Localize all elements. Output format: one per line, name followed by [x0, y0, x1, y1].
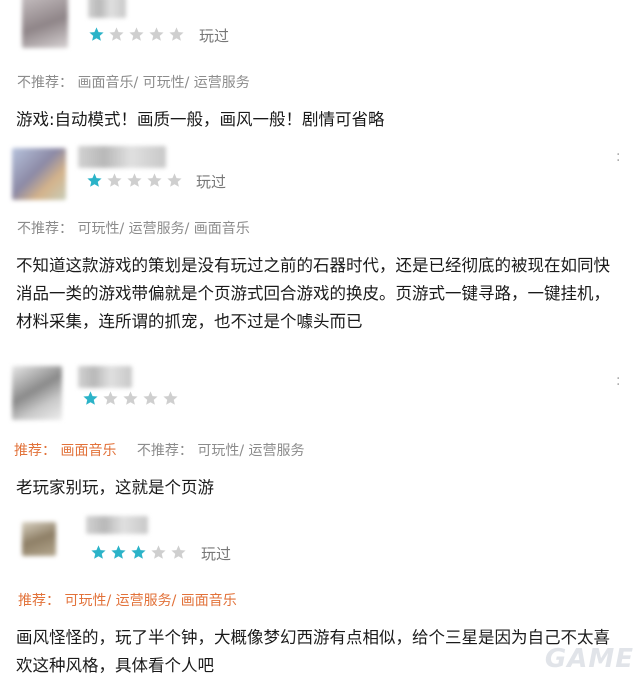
not-recommend-label: 不推荐：: [17, 221, 73, 237]
not-recommend-tags: 不推荐： 可玩性/ 运营服务: [137, 443, 305, 459]
tag: 运营服务/: [128, 221, 190, 237]
star-empty-icon: [123, 391, 138, 405]
recommend-tags: 推荐： 画面音乐: [14, 443, 121, 459]
review-tags: 推荐： 画面音乐 不推荐： 可玩性/ 运营服务: [14, 440, 305, 460]
tag: 可玩性/: [77, 221, 125, 237]
avatar[interactable]: [22, 522, 56, 556]
recommend-tags: 推荐： 可玩性/ 运营服务/ 画面音乐: [18, 593, 237, 609]
star-empty-icon: [109, 27, 124, 41]
rating-stars: [86, 172, 183, 189]
tag: 可玩性/: [197, 443, 245, 459]
star-filled-icon: [87, 173, 102, 187]
review-text: 游戏:自动模式！画质一般，画风一般！剧情可省略: [16, 110, 385, 129]
tag: 画面音乐: [180, 593, 237, 609]
tag: 画面音乐: [60, 443, 117, 459]
star-empty-icon: [147, 173, 162, 187]
star-filled-icon: [89, 27, 104, 41]
tag: 画面音乐/: [77, 75, 139, 91]
rating-stars: [88, 26, 185, 43]
tag: 运营服务/: [115, 593, 177, 609]
review-text: 不知道这款游戏的策划是没有玩过之前的石器时代，还是已经彻底的被现在如同快消品一类…: [16, 256, 610, 331]
tag: 画面音乐: [193, 221, 250, 237]
star-empty-icon: [167, 173, 182, 187]
review-tags: 不推荐： 画面音乐/ 可玩性/ 运营服务: [17, 72, 250, 92]
star-empty-icon: [149, 27, 164, 41]
avatar[interactable]: [12, 148, 66, 200]
played-status: 玩过: [199, 27, 230, 45]
star-filled-icon: [131, 545, 146, 559]
tag: 可玩性/: [142, 75, 190, 91]
username[interactable]: [78, 366, 132, 388]
star-empty-icon: [151, 545, 166, 559]
not-recommend-label: 不推荐：: [136, 443, 193, 459]
star-empty-icon: [103, 391, 118, 405]
star-empty-icon: [127, 173, 142, 187]
rating-stars: [90, 544, 187, 561]
username[interactable]: [78, 146, 166, 168]
star-empty-icon: [171, 545, 186, 559]
review-text: 老玩家别玩，这就是个页游: [16, 478, 214, 497]
rating-stars: [82, 390, 179, 407]
username[interactable]: [88, 0, 126, 18]
played-status: 玩过: [196, 173, 227, 191]
username[interactable]: [86, 516, 148, 534]
recommend-label: 推荐：: [14, 443, 56, 459]
not-recommend-label: 不推荐：: [17, 75, 73, 91]
star-filled-icon: [111, 545, 126, 559]
played-status: 玩过: [201, 545, 232, 563]
star-empty-icon: [143, 391, 158, 405]
review-text: 画风怪怪的，玩了半个钟，大概像梦幻西游有点相似，给个三星是因为自己不太喜欢这种风…: [16, 628, 610, 675]
tag: 运营服务: [193, 75, 250, 91]
tag: 可玩性/: [64, 593, 112, 609]
more-options-icon[interactable]: · ·: [616, 148, 620, 168]
not-recommend-tags: 不推荐： 可玩性/ 运营服务/ 画面音乐: [17, 221, 250, 237]
star-empty-icon: [129, 27, 144, 41]
star-empty-icon: [169, 27, 184, 41]
more-options-icon[interactable]: · ·: [616, 372, 620, 392]
tag: 运营服务: [248, 443, 305, 459]
star-empty-icon: [163, 391, 178, 405]
avatar[interactable]: [12, 366, 62, 420]
star-filled-icon: [91, 545, 106, 559]
not-recommend-tags: 不推荐： 画面音乐/ 可玩性/ 运营服务: [17, 75, 250, 91]
review-tags: 不推荐： 可玩性/ 运营服务/ 画面音乐: [17, 218, 250, 238]
avatar[interactable]: [22, 0, 68, 48]
star-empty-icon: [107, 173, 122, 187]
recommend-label: 推荐：: [18, 593, 60, 609]
watermark-logo: GAME: [544, 644, 634, 674]
review-tags: 推荐： 可玩性/ 运营服务/ 画面音乐: [18, 590, 237, 610]
star-filled-icon: [83, 391, 98, 405]
